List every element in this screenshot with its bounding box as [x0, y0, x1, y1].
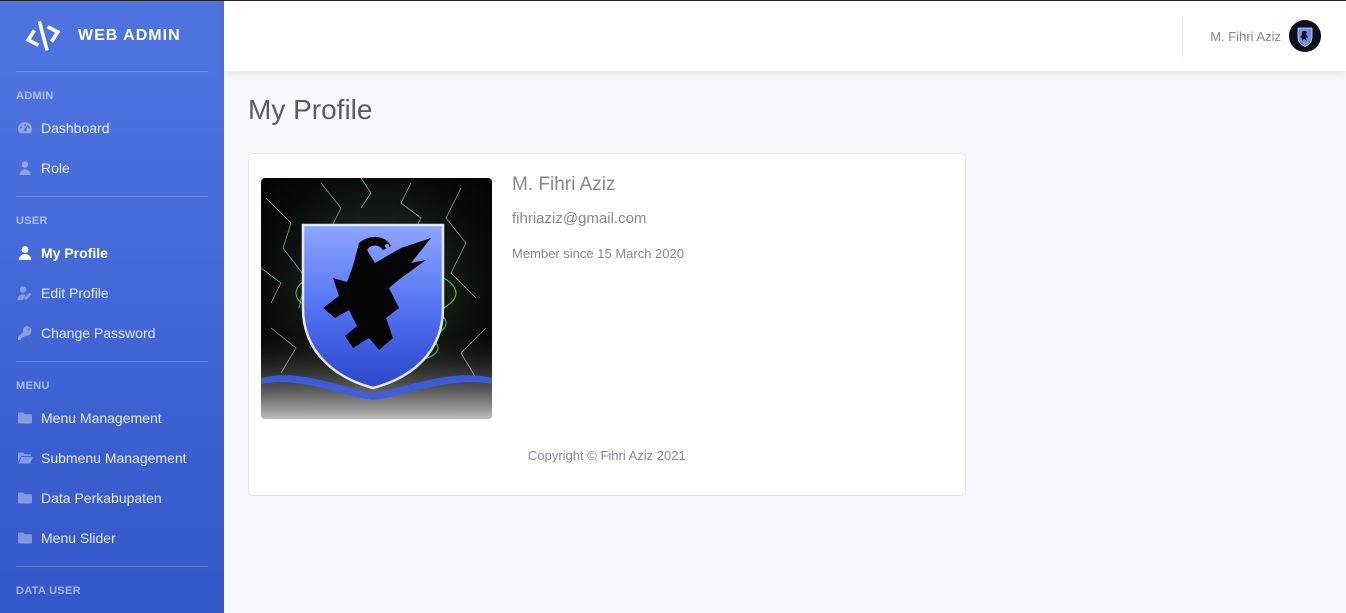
- topbar: M. Fihri Aziz: [224, 1, 1346, 71]
- sidebar-heading-menu: MENU: [16, 380, 50, 392]
- sidebar-item-label: Change Password: [41, 325, 156, 341]
- sidebar-item-label: Dashboard: [41, 120, 110, 136]
- profile-image: [261, 178, 492, 419]
- sidebar-item-menu-slider[interactable]: Menu Slider: [0, 518, 224, 558]
- sidebar-heading-data-user: DATA USER: [16, 585, 81, 597]
- profile-details: M. Fihri Aziz fihriaziz@gmail.com Member…: [512, 174, 684, 261]
- sidebar-item-label: Edit Profile: [41, 285, 109, 301]
- sidebar-heading-admin: ADMIN: [16, 90, 54, 102]
- avatar: [1289, 20, 1321, 52]
- folder-open-icon: [16, 450, 33, 467]
- copyright: Copyright © Fihri Aziz 2021: [528, 448, 686, 463]
- dashboard-icon: [16, 120, 33, 137]
- sidebar-item-data-perkabupaten[interactable]: Data Perkabupaten: [0, 478, 224, 518]
- profile-name: M. Fihri Aziz: [512, 174, 616, 195]
- user-tie-icon: [16, 160, 33, 177]
- sidebar-heading-user: USER: [16, 215, 48, 227]
- code-logo-icon: [25, 20, 61, 51]
- sidebar-item-my-profile[interactable]: My Profile: [0, 233, 224, 273]
- user-dropdown-toggle[interactable]: M. Fihri Aziz: [1210, 20, 1321, 52]
- user-icon: [16, 245, 33, 262]
- sidebar-item-label: Menu Slider: [41, 530, 116, 546]
- sidebar: WEB ADMIN ADMIN Dashboard Role USER My P…: [0, 1, 224, 613]
- page-title: My Profile: [248, 94, 373, 125]
- topbar-divider: [1182, 16, 1183, 56]
- sidebar-item-label: Menu Management: [41, 410, 162, 426]
- sidebar-item-change-password[interactable]: Change Password: [0, 313, 224, 353]
- topbar-user-name: M. Fihri Aziz: [1210, 28, 1281, 44]
- sidebar-item-submenu-management[interactable]: Submenu Management: [0, 438, 224, 478]
- sidebar-item-role[interactable]: Role: [0, 148, 224, 188]
- sidebar-item-dashboard[interactable]: Dashboard: [0, 108, 224, 148]
- sidebar-item-label: My Profile: [41, 245, 108, 261]
- folder-icon: [16, 490, 33, 507]
- key-icon: [16, 325, 33, 342]
- sidebar-brand[interactable]: WEB ADMIN: [0, 1, 224, 71]
- brand-name: WEB ADMIN: [78, 27, 181, 44]
- profile-email: fihriaziz@gmail.com: [512, 210, 647, 227]
- sidebar-item-label: Role: [41, 160, 70, 176]
- user-edit-icon: [16, 285, 33, 302]
- folder-icon: [16, 530, 33, 547]
- folder-icon: [16, 410, 33, 427]
- sidebar-item-label: Submenu Management: [41, 450, 187, 466]
- sidebar-item-label: Data Perkabupaten: [41, 490, 162, 506]
- member-since: Member since 15 March 2020: [512, 246, 684, 261]
- profile-card: M. Fihri Aziz fihriaziz@gmail.com Member…: [248, 153, 966, 496]
- sidebar-item-edit-profile[interactable]: Edit Profile: [0, 273, 224, 313]
- sidebar-item-menu-management[interactable]: Menu Management: [0, 398, 224, 438]
